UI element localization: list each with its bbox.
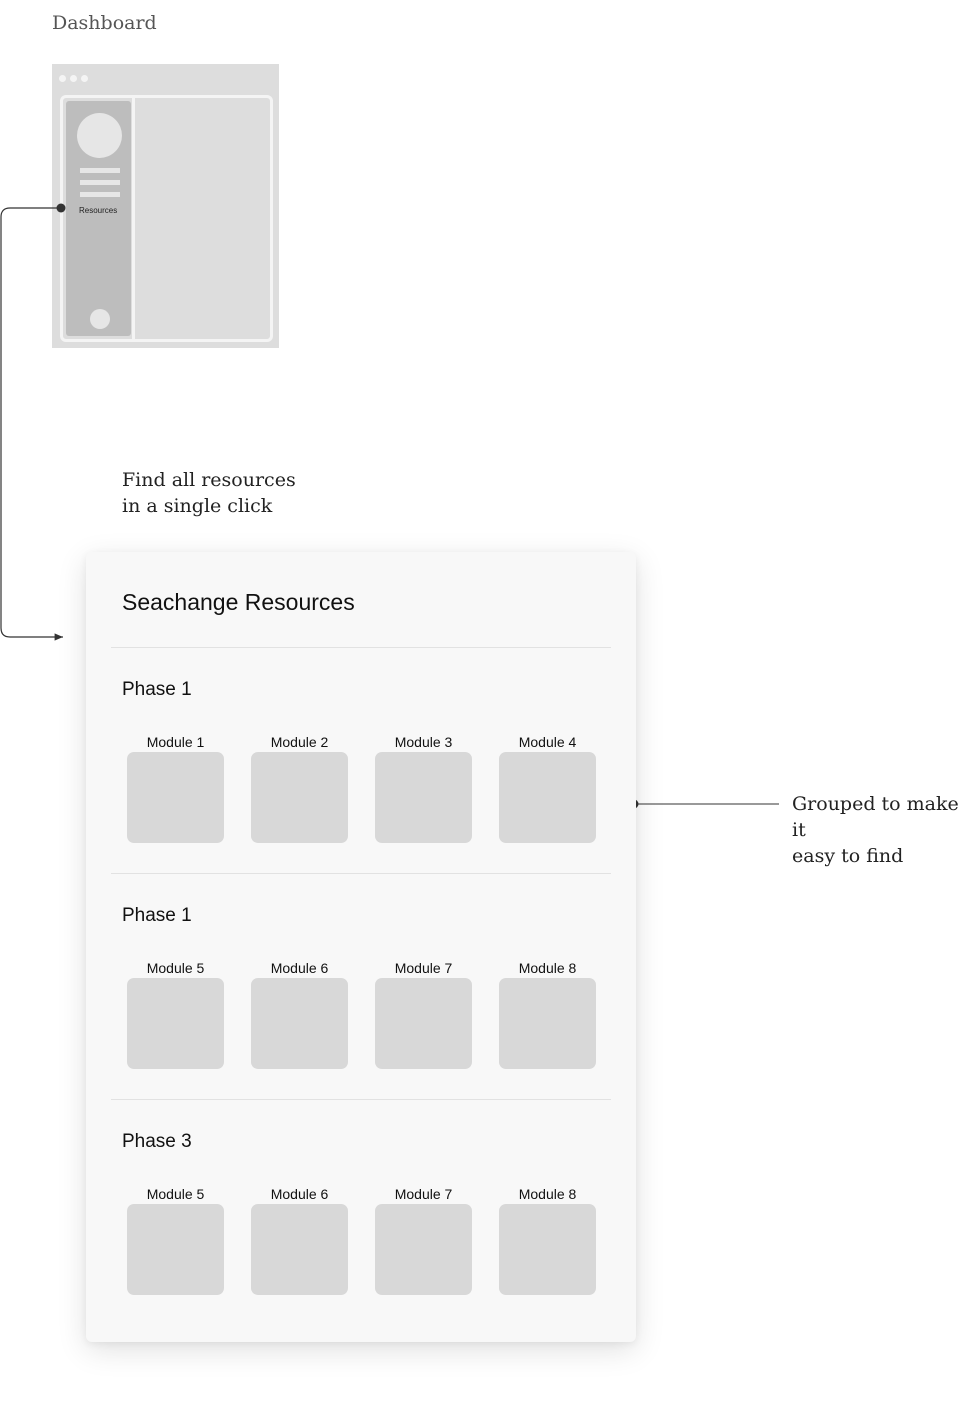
nav-placeholder-bar xyxy=(80,192,120,197)
module-thumbnail[interactable] xyxy=(499,1204,596,1295)
module-card[interactable]: Module 8 xyxy=(499,959,596,1069)
thumbnail-frame: Resources xyxy=(60,95,273,342)
module-thumbnail[interactable] xyxy=(375,1204,472,1295)
module-label: Module 5 xyxy=(146,960,205,976)
module-label: Module 1 xyxy=(146,734,205,750)
module-label: Module 5 xyxy=(146,1186,205,1202)
annotation-find-resources: Find all resources in a single click xyxy=(122,469,296,517)
module-thumbnail[interactable] xyxy=(127,1204,224,1295)
module-thumbnail[interactable] xyxy=(499,978,596,1069)
module-thumbnail[interactable] xyxy=(499,752,596,843)
module-card[interactable]: Module 1 xyxy=(127,733,224,843)
module-thumbnail[interactable] xyxy=(375,978,472,1069)
thumbnail-sidebar: Resources xyxy=(66,101,131,336)
module-label: Module 4 xyxy=(518,734,577,750)
window-controls xyxy=(59,75,88,82)
module-card[interactable]: Module 6 xyxy=(251,1185,348,1295)
module-card[interactable]: Module 7 xyxy=(375,1185,472,1295)
divider xyxy=(111,647,611,648)
annotation-grouped: Grouped to make it easy to find xyxy=(792,793,959,867)
divider xyxy=(111,873,611,874)
module-thumbnail[interactable] xyxy=(251,752,348,843)
resources-panel: Seachange Resources Phase 1 Module 1 Mod… xyxy=(86,552,636,1342)
module-label: Module 6 xyxy=(270,1186,329,1202)
module-thumbnail[interactable] xyxy=(251,1204,348,1295)
module-card[interactable]: Module 8 xyxy=(499,1185,596,1295)
module-label: Module 7 xyxy=(394,1186,453,1202)
phase-heading: Phase 1 xyxy=(122,679,192,700)
module-label: Module 3 xyxy=(394,734,453,750)
module-label: Module 6 xyxy=(270,960,329,976)
phase-heading: Phase 1 xyxy=(122,905,192,926)
window-dot xyxy=(81,75,88,82)
module-label: Module 8 xyxy=(518,1186,577,1202)
divider xyxy=(111,1099,611,1100)
module-label: Module 2 xyxy=(270,734,329,750)
module-label: Module 7 xyxy=(394,960,453,976)
dashboard-thumbnail: Resources xyxy=(52,64,279,348)
profile-avatar xyxy=(77,113,122,158)
module-card[interactable]: Module 4 xyxy=(499,733,596,843)
module-card[interactable]: Module 6 xyxy=(251,959,348,1069)
nav-placeholder-bar xyxy=(80,180,120,185)
panel-title: Seachange Resources xyxy=(122,589,355,615)
module-row: Module 1 Module 2 Module 3 Module 4 xyxy=(127,733,596,843)
module-row: Module 5 Module 6 Module 7 Module 8 xyxy=(127,1185,596,1295)
thumbnail-divider xyxy=(132,98,135,339)
nav-placeholder-bar xyxy=(80,168,120,173)
module-thumbnail[interactable] xyxy=(127,752,224,843)
module-thumbnail[interactable] xyxy=(127,978,224,1069)
module-label: Module 8 xyxy=(518,960,577,976)
module-card[interactable]: Module 2 xyxy=(251,733,348,843)
sidebar-item-resources[interactable]: Resources xyxy=(79,206,117,215)
module-thumbnail[interactable] xyxy=(251,978,348,1069)
module-card[interactable]: Module 3 xyxy=(375,733,472,843)
window-dot xyxy=(59,75,66,82)
phase-heading: Phase 3 xyxy=(122,1131,192,1152)
window-dot xyxy=(70,75,77,82)
user-avatar xyxy=(90,309,110,329)
module-thumbnail[interactable] xyxy=(375,752,472,843)
dashboard-title: Dashboard xyxy=(52,12,157,34)
module-card[interactable]: Module 5 xyxy=(127,959,224,1069)
module-card[interactable]: Module 5 xyxy=(127,1185,224,1295)
module-row: Module 5 Module 6 Module 7 Module 8 xyxy=(127,959,596,1069)
module-card[interactable]: Module 7 xyxy=(375,959,472,1069)
